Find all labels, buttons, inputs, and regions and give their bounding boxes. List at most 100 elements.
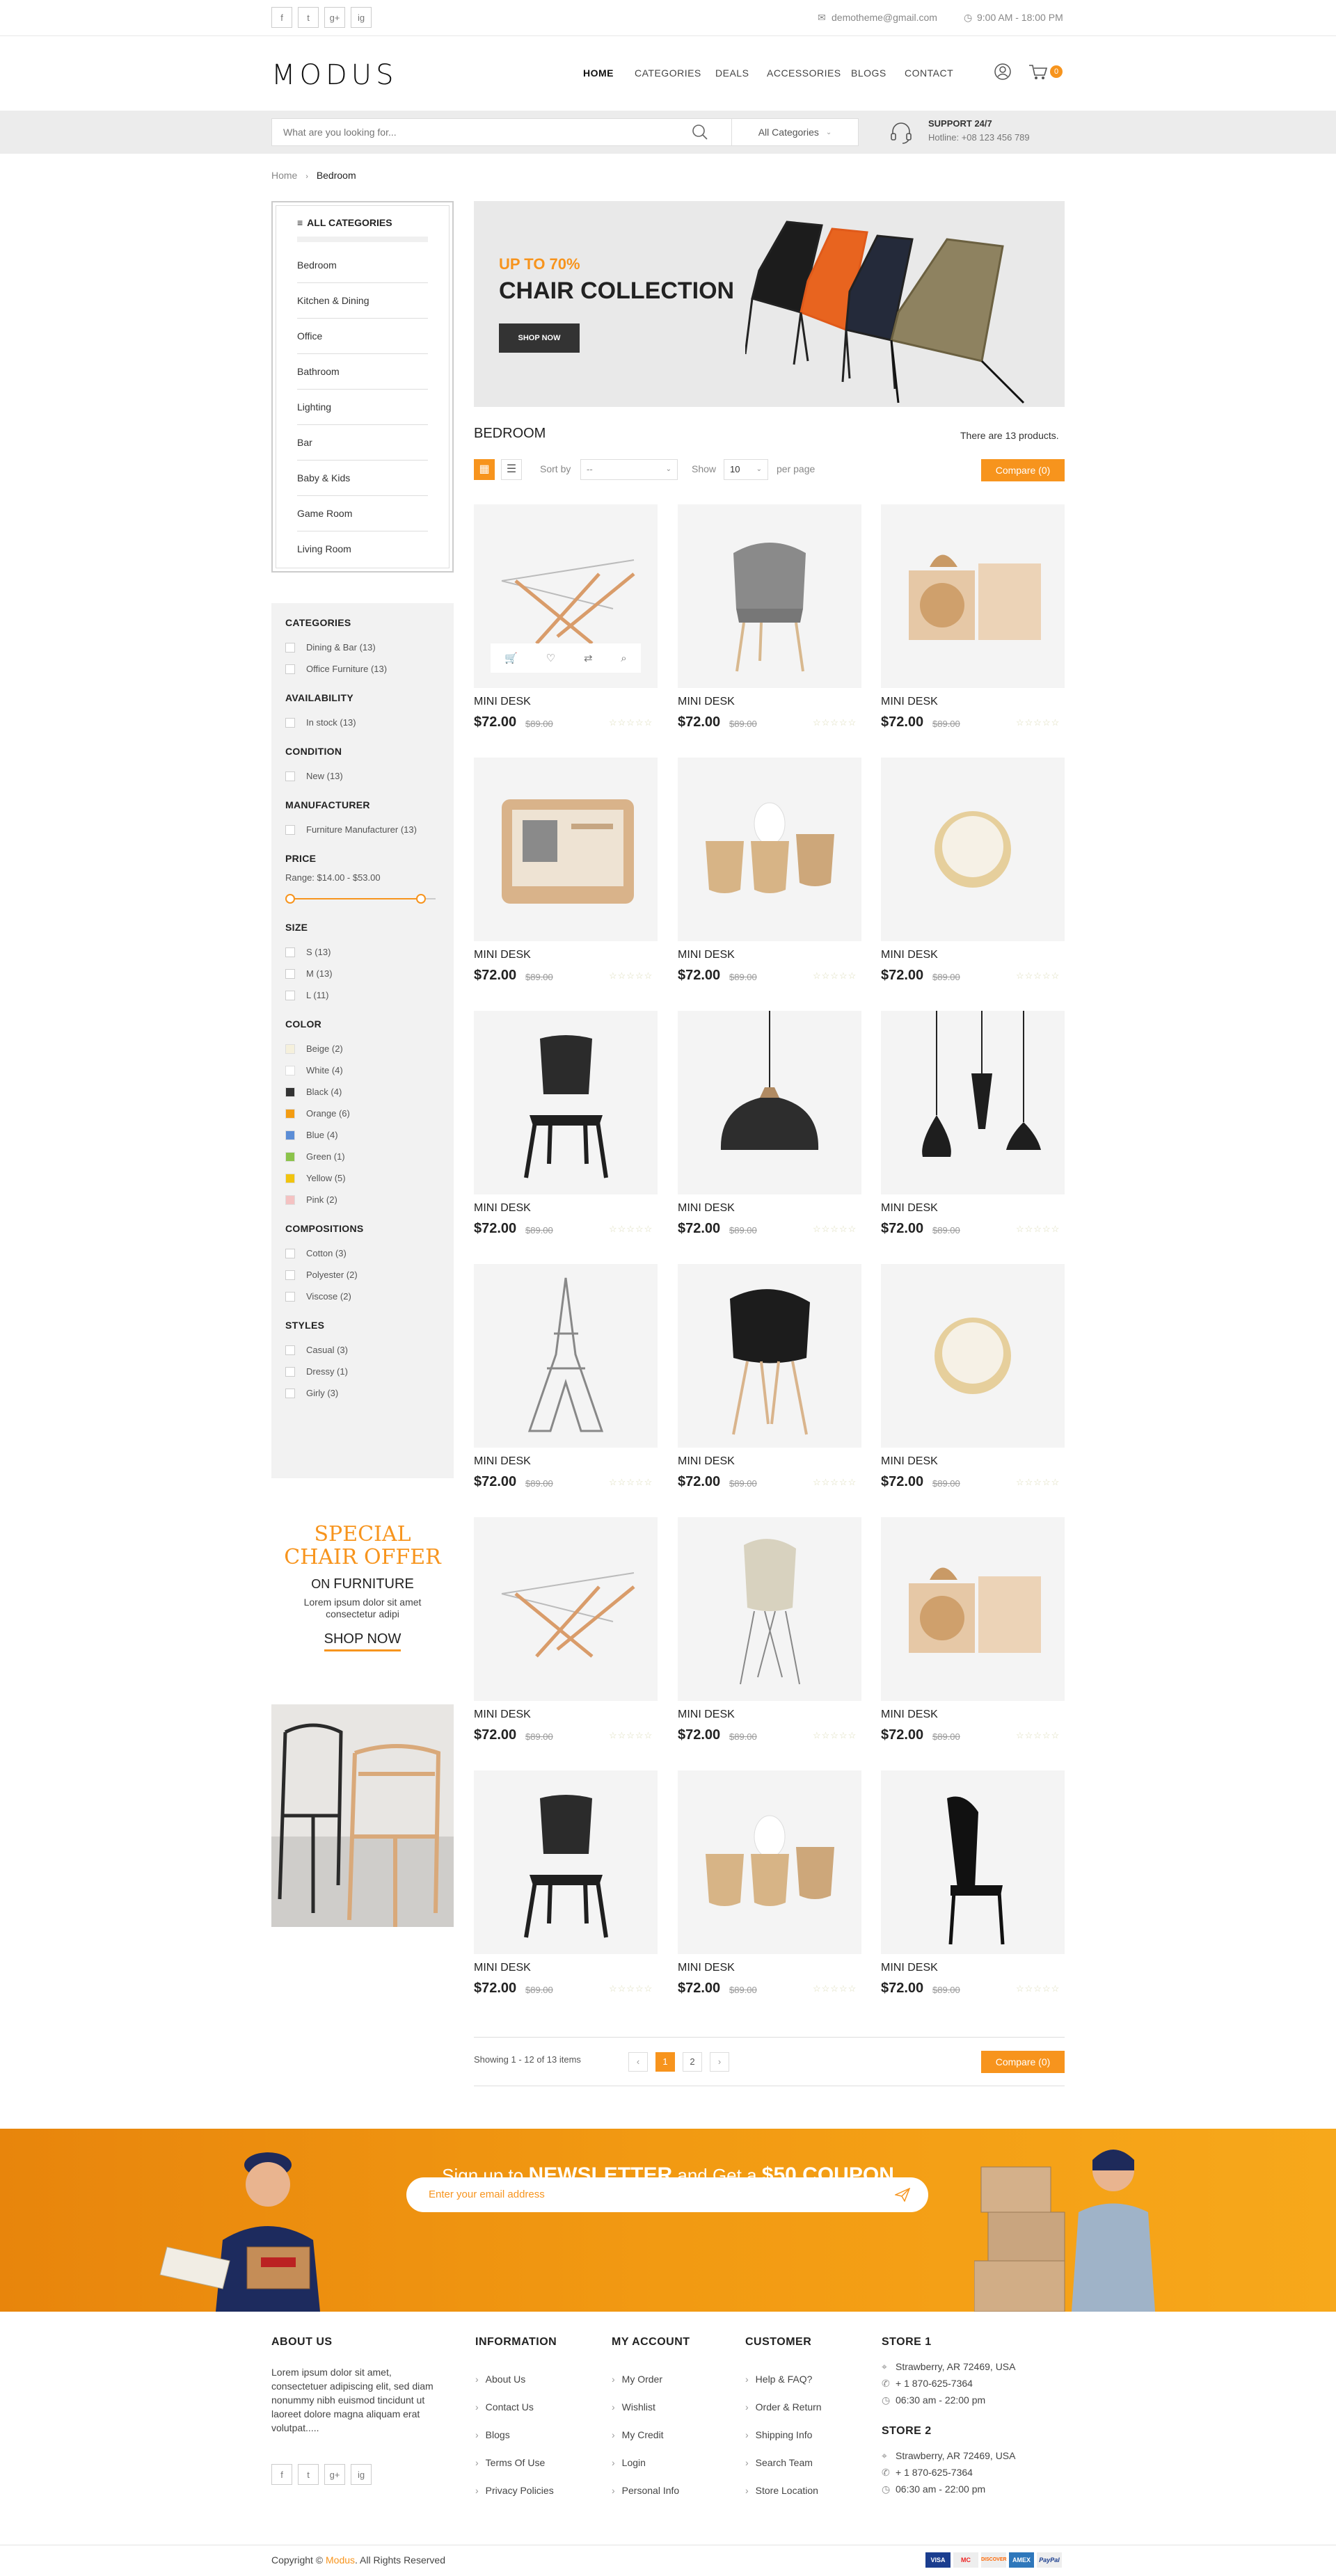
color-option[interactable]: Blue (4)	[285, 1124, 440, 1146]
site-logo[interactable]: MODUS	[271, 59, 397, 91]
color-swatch[interactable]	[285, 1194, 295, 1205]
checkbox[interactable]	[285, 642, 295, 653]
footer-link[interactable]: About Us	[475, 2365, 557, 2393]
search-icon[interactable]	[690, 123, 710, 141]
heart-icon[interactable]: ♡	[546, 652, 555, 664]
product-name[interactable]: MINI DESK	[678, 1962, 735, 1974]
hero-shop-now-button[interactable]: SHOP NOW	[499, 323, 580, 353]
search-icon[interactable]: ⌕	[621, 653, 626, 664]
twitter-icon[interactable]: t	[298, 2464, 319, 2485]
product-name[interactable]: MINI DESK	[678, 949, 735, 961]
user-icon[interactable]	[994, 63, 1012, 81]
grid-view-icon[interactable]: ▦	[474, 459, 495, 480]
product-image[interactable]	[881, 1264, 1065, 1448]
product-image[interactable]	[678, 1264, 861, 1448]
product-image[interactable]	[678, 1770, 861, 1954]
page-1-button[interactable]: 1	[655, 2052, 675, 2072]
footer-link[interactable]: Store Location	[745, 2477, 822, 2504]
filter-option[interactable]: Dining & Bar (13)	[285, 637, 440, 658]
color-option[interactable]: Yellow (5)	[285, 1167, 440, 1189]
product-image[interactable]: 🛒 ♡ ⇄ ⌕	[474, 504, 658, 688]
product-name[interactable]: MINI DESK	[474, 1202, 531, 1215]
price-slider-min-handle[interactable]	[285, 894, 295, 904]
checkbox[interactable]	[285, 1388, 295, 1398]
color-option[interactable]: Black (4)	[285, 1081, 440, 1103]
product-name[interactable]: MINI DESK	[474, 1455, 531, 1468]
checkbox[interactable]	[285, 1248, 295, 1258]
category-item-lighting[interactable]: Lighting	[297, 390, 428, 425]
product-image[interactable]	[881, 758, 1065, 941]
footer-link[interactable]: Help & FAQ?	[745, 2365, 822, 2393]
checkbox[interactable]	[285, 1345, 295, 1355]
product-name[interactable]: MINI DESK	[678, 1709, 735, 1721]
color-option[interactable]: Orange (6)	[285, 1103, 440, 1124]
product-image[interactable]	[474, 1011, 658, 1194]
product-image[interactable]	[474, 1517, 658, 1701]
color-swatch[interactable]	[285, 1043, 295, 1054]
cart-icon[interactable]	[1028, 63, 1049, 81]
filter-option[interactable]: Casual (3)	[285, 1339, 440, 1361]
filter-option[interactable]: Office Furniture (13)	[285, 658, 440, 680]
filter-option[interactable]: Dressy (1)	[285, 1361, 440, 1382]
filter-option[interactable]: In stock (13)	[285, 712, 440, 733]
product-name[interactable]: MINI DESK	[678, 696, 735, 708]
nav-blogs[interactable]: BLOGS	[851, 67, 886, 79]
page-2-button[interactable]: 2	[683, 2052, 702, 2072]
footer-link[interactable]: Search Team	[745, 2449, 822, 2477]
footer-link[interactable]: Personal Info	[612, 2477, 690, 2504]
product-name[interactable]: MINI DESK	[881, 949, 938, 961]
product-image[interactable]	[474, 1770, 658, 1954]
product-name[interactable]: MINI DESK	[474, 1962, 531, 1974]
compare-button-bottom[interactable]: Compare (0)	[981, 2051, 1065, 2073]
footer-link[interactable]: Login	[612, 2449, 690, 2477]
checkbox[interactable]	[285, 771, 295, 781]
checkbox[interactable]	[285, 968, 295, 979]
search-input[interactable]	[272, 119, 690, 145]
offer-shop-now-link[interactable]: SHOP NOW	[324, 1631, 401, 1651]
instagram-icon[interactable]: ig	[351, 2464, 372, 2485]
category-select[interactable]: All Categories ⌄	[731, 119, 858, 145]
filter-option[interactable]: Cotton (3)	[285, 1242, 440, 1264]
newsletter-email-field[interactable]: Enter your email address	[406, 2177, 928, 2212]
filter-option[interactable]: Furniture Manufacturer (13)	[285, 819, 440, 840]
color-option[interactable]: Pink (2)	[285, 1189, 440, 1210]
product-name[interactable]: MINI DESK	[678, 1455, 735, 1468]
filter-option[interactable]: Viscose (2)	[285, 1286, 440, 1307]
footer-link[interactable]: My Credit	[612, 2421, 690, 2449]
footer-link[interactable]: Order & Return	[745, 2393, 822, 2421]
product-name[interactable]: MINI DESK	[474, 1709, 531, 1721]
filter-option[interactable]: S (13)	[285, 941, 440, 963]
footer-link[interactable]: Privacy Policies	[475, 2477, 557, 2504]
checkbox[interactable]	[285, 1291, 295, 1302]
checkbox[interactable]	[285, 990, 295, 1000]
google-plus-icon[interactable]: g+	[324, 7, 345, 28]
product-name[interactable]: MINI DESK	[474, 949, 531, 961]
product-image[interactable]	[881, 504, 1065, 688]
product-name[interactable]: MINI DESK	[881, 1709, 938, 1721]
send-icon[interactable]	[895, 2188, 910, 2202]
footer-link[interactable]: Wishlist	[612, 2393, 690, 2421]
product-image[interactable]	[881, 1517, 1065, 1701]
contact-email[interactable]: demotheme@gmail.com	[832, 12, 937, 23]
color-swatch[interactable]	[285, 1173, 295, 1183]
filter-option[interactable]: New (13)	[285, 765, 440, 787]
filter-option[interactable]: L (11)	[285, 984, 440, 1006]
facebook-icon[interactable]: f	[271, 7, 292, 28]
product-name[interactable]: MINI DESK	[881, 1202, 938, 1215]
product-name[interactable]: MINI DESK	[881, 1455, 938, 1468]
category-item-bedroom[interactable]: Bedroom	[297, 248, 428, 283]
footer-link[interactable]: Blogs	[475, 2421, 557, 2449]
color-option[interactable]: White (4)	[285, 1059, 440, 1081]
color-option[interactable]: Beige (2)	[285, 1038, 440, 1059]
price-slider[interactable]	[285, 888, 440, 909]
nav-home[interactable]: HOME	[583, 67, 614, 79]
compare-button-top[interactable]: Compare (0)	[981, 459, 1065, 481]
twitter-icon[interactable]: t	[298, 7, 319, 28]
google-plus-icon[interactable]: g+	[324, 2464, 345, 2485]
product-image[interactable]	[474, 1264, 658, 1448]
category-item-bar[interactable]: Bar	[297, 425, 428, 461]
color-swatch[interactable]	[285, 1087, 295, 1097]
product-image[interactable]	[881, 1011, 1065, 1194]
checkbox[interactable]	[285, 1366, 295, 1377]
category-item-bathroom[interactable]: Bathroom	[297, 354, 428, 390]
